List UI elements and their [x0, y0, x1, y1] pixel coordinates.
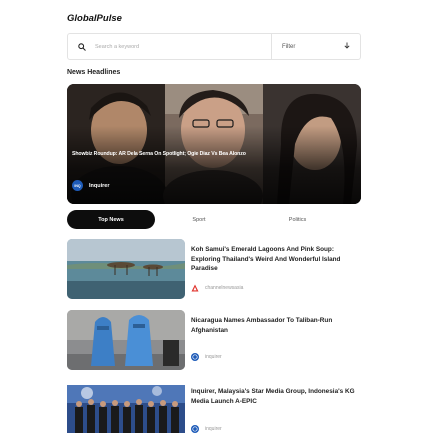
article-source-name: inquirer: [205, 426, 222, 432]
hero-source: INQ Inquirer: [72, 180, 109, 191]
inquirer-logo-icon: [191, 353, 199, 361]
article-title: Koh Samui's Emerald Lagoons And Pink Sou…: [191, 246, 341, 272]
article-thumbnail: [67, 385, 185, 433]
list-item[interactable]: Koh Samui's Emerald Lagoons And Pink Sou…: [67, 239, 361, 299]
filter-label: Filter: [282, 43, 296, 50]
article-thumbnail: [67, 310, 185, 370]
hero-headline: Showbiz Roundup: AR Dela Serna On Spotli…: [72, 151, 246, 157]
list-item[interactable]: Nicaragua Names Ambassador To Taliban-Ru…: [67, 310, 361, 370]
search-icon[interactable]: [71, 34, 93, 59]
search-bar: Filter: [67, 33, 361, 60]
article-title: Nicaragua Names Ambassador To Taliban-Ru…: [191, 317, 333, 334]
article-source: inquirer: [191, 425, 222, 433]
hero-source-name: Inquirer: [89, 182, 110, 189]
arrow-down-icon: [344, 42, 350, 51]
list-item[interactable]: Inquirer, Malaysia's Star Media Group, I…: [67, 381, 361, 433]
article-source: channelnewsasia: [191, 284, 243, 292]
inquirer-logo-icon: [191, 425, 199, 433]
search-input[interactable]: [93, 34, 271, 59]
section-title: News Headlines: [67, 69, 121, 76]
article-source-name: inquirer: [205, 354, 222, 360]
inquirer-logo-icon: INQ: [72, 180, 83, 191]
article-thumbnail: [67, 239, 185, 299]
hero-card[interactable]: Showbiz Roundup: AR Dela Serna On Spotli…: [67, 84, 361, 204]
filter-dropdown[interactable]: Filter: [272, 34, 360, 59]
cna-logo-icon: [191, 284, 199, 292]
tab-sport[interactable]: Sport: [155, 210, 243, 229]
article-title: Inquirer, Malaysia's Star Media Group, I…: [191, 388, 355, 405]
app-title: GlobalPulse: [67, 13, 122, 24]
hero-overlay: [67, 84, 361, 204]
tab-politics[interactable]: Politics: [265, 210, 330, 229]
category-tabs: Top News Sport Politics: [67, 210, 361, 229]
article-source-name: channelnewsasia: [205, 285, 244, 291]
article-source: inquirer: [191, 353, 222, 361]
tab-top-news[interactable]: Top News: [67, 210, 155, 229]
